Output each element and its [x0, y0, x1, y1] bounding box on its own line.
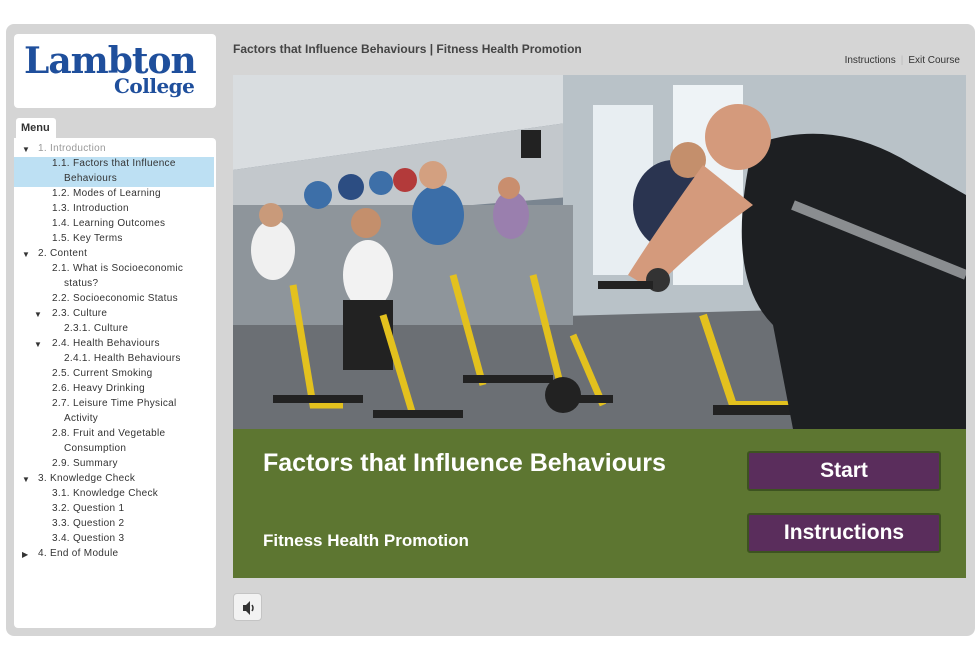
menu-item[interactable]: 1.1. Factors that Influence: [14, 157, 214, 172]
menu-item[interactable]: 3.3. Question 2: [14, 517, 214, 532]
menu-item[interactable]: 1.4. Learning Outcomes: [14, 217, 214, 232]
menu-item-label: 1.5. Key Terms: [52, 233, 123, 244]
menu-item-continuation: Behaviours: [14, 172, 214, 187]
menu-item[interactable]: 2.5. Current Smoking: [14, 367, 214, 382]
menu-item-label: 2.1. What is Socioeconomic: [52, 263, 184, 274]
menu-item-label: Activity: [64, 413, 99, 424]
spin-class-image: [233, 75, 966, 429]
slide-stage: Factors that Influence Behaviours Fitnes…: [233, 75, 966, 578]
speaker-icon: [243, 601, 254, 615]
menu-item-continuation: Consumption: [14, 442, 214, 457]
menu-item[interactable]: ▶ 4. End of Module: [14, 547, 214, 562]
sidebar: Lambton College Menu ▼ 1. Introduction 1.1…: [12, 34, 216, 630]
slide-title: Factors that Influence Behaviours: [263, 449, 666, 477]
menu-item-label: 1.3. Introduction: [52, 203, 129, 214]
menu-item[interactable]: 2.2. Socioeconomic Status: [14, 292, 214, 307]
menu-item[interactable]: 2.4.1. Health Behaviours: [14, 352, 214, 367]
menu-item[interactable]: ▼ 3. Knowledge Check: [14, 472, 214, 487]
menu-item-label: 3.3. Question 2: [52, 518, 125, 529]
menu-item-continuation: Activity: [14, 412, 214, 427]
menu-item-label: 2.6. Heavy Drinking: [52, 383, 145, 394]
expand-arrow-icon[interactable]: ▼: [34, 309, 42, 321]
menu-item[interactable]: 2.1. What is Socioeconomic: [14, 262, 214, 277]
link-divider: |: [900, 55, 904, 66]
menu-item-label: Behaviours: [64, 173, 118, 184]
menu-item-label: 2.7. Leisure Time Physical: [52, 398, 177, 409]
course-title: Factors that Influence Behaviours | Fitn…: [233, 42, 582, 56]
menu-item[interactable]: ▼ 2.4. Health Behaviours: [14, 337, 214, 352]
collapse-arrow-icon[interactable]: ▶: [22, 549, 28, 561]
spin-class-photo: [233, 75, 966, 429]
menu-item[interactable]: 2.3.1. Culture: [14, 322, 214, 337]
menu-item[interactable]: ▼ 2. Content: [14, 247, 214, 262]
menu-item[interactable]: 1.3. Introduction: [14, 202, 214, 217]
audio-button[interactable]: [233, 593, 262, 621]
exit-course-link[interactable]: Exit Course: [908, 55, 960, 66]
instructions-link[interactable]: Instructions: [845, 55, 896, 66]
menu-item-label: 2.9. Summary: [52, 458, 118, 469]
slide-subtitle: Fitness Health Promotion: [263, 531, 469, 550]
menu-item-label: 2.8. Fruit and Vegetable: [52, 428, 166, 439]
menu-item[interactable]: 3.4. Question 3: [14, 532, 214, 547]
expand-arrow-icon[interactable]: ▼: [22, 144, 30, 156]
menu-item-continuation: status?: [14, 277, 214, 292]
start-button[interactable]: Start: [747, 451, 941, 491]
menu-item-label: 2.2. Socioeconomic Status: [52, 293, 178, 304]
menu-item[interactable]: 3.2. Question 1: [14, 502, 214, 517]
menu-item[interactable]: 2.6. Heavy Drinking: [14, 382, 214, 397]
instructions-button[interactable]: Instructions: [747, 513, 941, 553]
menu-item[interactable]: 3.1. Knowledge Check: [14, 487, 214, 502]
menu-item-label: 2.4.1. Health Behaviours: [64, 353, 181, 364]
menu-item-label: Consumption: [64, 443, 127, 454]
menu-item[interactable]: 1.5. Key Terms: [14, 232, 214, 247]
menu-item-label: 1.4. Learning Outcomes: [52, 218, 166, 229]
menu-item-label: 1.1. Factors that Influence: [52, 158, 176, 169]
menu-item-label: 1.2. Modes of Learning: [52, 188, 161, 199]
menu-item-label: 2.4. Health Behaviours: [52, 338, 160, 349]
expand-arrow-icon[interactable]: ▼: [22, 249, 30, 261]
menu-list: ▼ 1. Introduction 1.1. Factors that Influe…: [14, 142, 214, 562]
menu-panel: ▼ 1. Introduction 1.1. Factors that Influe…: [14, 138, 216, 628]
menu-item[interactable]: ▼ 1. Introduction: [14, 142, 214, 157]
title-banner: Factors that Influence Behaviours Fitnes…: [233, 429, 966, 578]
top-links: Instructions | Exit Course: [845, 55, 960, 66]
college-logo: Lambton College: [14, 34, 216, 108]
menu-item[interactable]: 1.2. Modes of Learning: [14, 187, 214, 202]
menu-item[interactable]: ▼ 2.3. Culture: [14, 307, 214, 322]
expand-arrow-icon[interactable]: ▼: [22, 474, 30, 486]
menu-item-label: 3.4. Question 3: [52, 533, 125, 544]
menu-item[interactable]: 2.7. Leisure Time Physical: [14, 397, 214, 412]
menu-item-label: 3.1. Knowledge Check: [52, 488, 159, 499]
menu-item-label: 2.3. Culture: [52, 308, 108, 319]
menu-tab[interactable]: Menu: [16, 118, 56, 140]
menu-item-label: status?: [64, 278, 99, 289]
menu-item-label: 3.2. Question 1: [52, 503, 125, 514]
menu-item[interactable]: 2.9. Summary: [14, 457, 214, 472]
menu-item-label: 2. Content: [38, 248, 88, 259]
menu-item-label: 2.3.1. Culture: [64, 323, 129, 334]
menu-item-label: 1. Introduction: [38, 143, 106, 154]
menu-item[interactable]: 2.8. Fruit and Vegetable: [14, 427, 214, 442]
logo-text-sub: College: [114, 74, 195, 98]
menu-item-label: 2.5. Current Smoking: [52, 368, 153, 379]
menu-item-label: 4. End of Module: [38, 548, 119, 559]
menu-item-label: 3. Knowledge Check: [38, 473, 136, 484]
expand-arrow-icon[interactable]: ▼: [34, 339, 42, 351]
